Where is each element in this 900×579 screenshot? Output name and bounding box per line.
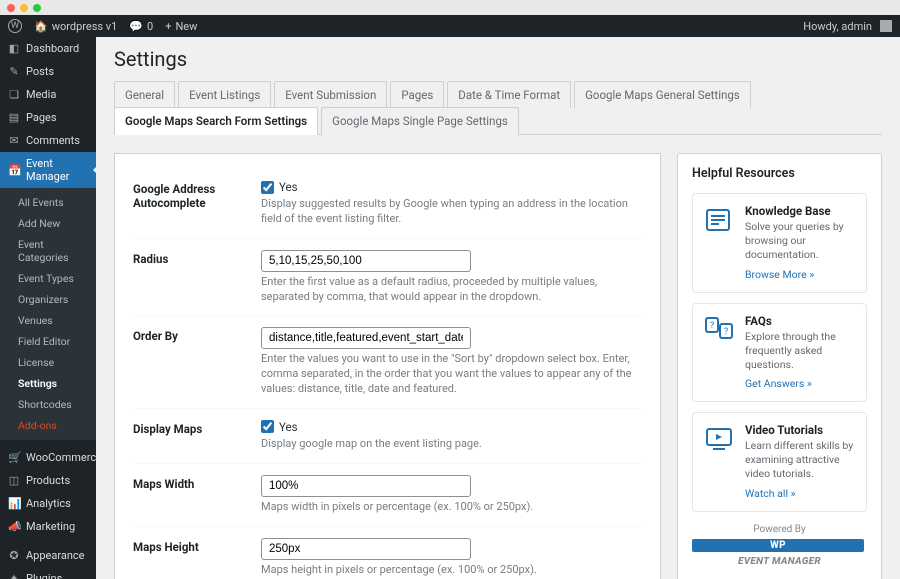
submenu-item-organizers[interactable]: Organizers xyxy=(0,289,96,310)
admin-bar: W 🏠 wordpress v1 💬 0 + New Howdy, admin xyxy=(0,15,900,37)
tab-date-time-format[interactable]: Date & Time Format xyxy=(447,81,571,108)
displaymaps-field[interactable]: Yes xyxy=(261,420,642,434)
sidebar-item-comments[interactable]: ✉Comments xyxy=(0,129,96,152)
sidebar-item-products[interactable]: ◫Products xyxy=(0,469,96,492)
submenu-item-add-new[interactable]: Add New xyxy=(0,213,96,234)
sidebar-item-event-manager[interactable]: 📅Event Manager xyxy=(0,152,96,188)
video-tutorials-icon xyxy=(703,423,735,455)
posts-icon: ✎ xyxy=(8,65,20,78)
sidebar-item-appearance[interactable]: ✪Appearance xyxy=(0,544,96,567)
analytics-icon: 📊 xyxy=(8,497,20,510)
powered-by-label: Powered By xyxy=(692,524,867,535)
radius-desc: Enter the first value as a default radiu… xyxy=(261,275,642,305)
tab-general[interactable]: General xyxy=(114,81,175,108)
minimize-window-icon[interactable] xyxy=(20,4,28,12)
page-title: Settings xyxy=(114,47,882,71)
sidebar-item-dashboard[interactable]: ◧Dashboard xyxy=(0,37,96,60)
autocomplete-checkbox[interactable] xyxy=(261,181,274,194)
avatar xyxy=(880,20,892,32)
submenu-item-add-ons[interactable]: Add-ons xyxy=(0,415,96,436)
mapwidth-desc: Maps width in pixels or percentage (ex. … xyxy=(261,500,642,515)
svg-text:?: ? xyxy=(710,321,714,331)
displaymaps-label: Display Maps xyxy=(133,420,261,452)
orderby-desc: Enter the values you want to use in the … xyxy=(261,352,642,397)
main-content: Settings GeneralEvent ListingsEvent Subm… xyxy=(96,37,900,579)
pages-icon: ▤ xyxy=(8,111,20,124)
resource-knowledge-base: Knowledge BaseSolve your queries by brow… xyxy=(692,193,867,293)
submenu-item-field-editor[interactable]: Field Editor xyxy=(0,331,96,352)
resource-video-tutorials: Video TutorialsLearn different skills by… xyxy=(692,412,867,512)
new-content-link[interactable]: + New xyxy=(165,20,197,33)
tab-google-maps-single-page-settings[interactable]: Google Maps Single Page Settings xyxy=(321,107,519,135)
wp-logo[interactable]: W xyxy=(8,19,22,33)
submenu-item-all-events[interactable]: All Events xyxy=(0,192,96,213)
mapwidth-label: Maps Width xyxy=(133,475,261,515)
window-titlebar xyxy=(0,0,900,15)
resource-faqs: ??FAQsExplore through the frequently ask… xyxy=(692,303,867,403)
resource-link-video-tutorials[interactable]: Watch all » xyxy=(745,487,796,500)
autocomplete-label: Google Address Autocomplete xyxy=(133,180,261,227)
tab-event-listings[interactable]: Event Listings xyxy=(178,81,271,108)
submenu-item-shortcodes[interactable]: Shortcodes xyxy=(0,394,96,415)
woocommerce-icon: 🛒 xyxy=(8,451,20,464)
products-icon: ◫ xyxy=(8,474,20,487)
sidebar-item-posts[interactable]: ✎Posts xyxy=(0,60,96,83)
settings-form: Google Address Autocomplete Yes Display … xyxy=(114,153,661,579)
dashboard-icon: ◧ xyxy=(8,42,20,55)
event-manager-icon: 📅 xyxy=(8,164,20,177)
my-account-link[interactable]: Howdy, admin xyxy=(803,20,892,33)
knowledge-base-icon xyxy=(703,204,735,236)
mapheight-input[interactable] xyxy=(261,538,471,560)
faqs-icon: ?? xyxy=(703,314,735,346)
mapheight-desc: Maps height in pixels or percentage (ex.… xyxy=(261,563,642,578)
resource-link-knowledge-base[interactable]: Browse More » xyxy=(745,268,814,281)
radius-label: Radius xyxy=(133,250,261,305)
comments-icon: ✉ xyxy=(8,134,20,147)
radius-input[interactable] xyxy=(261,250,471,272)
site-name-link[interactable]: 🏠 wordpress v1 xyxy=(34,20,117,33)
submenu-item-license[interactable]: License xyxy=(0,352,96,373)
comments-link[interactable]: 💬 0 xyxy=(129,20,153,33)
submenu-item-event-types[interactable]: Event Types xyxy=(0,268,96,289)
resource-link-faqs[interactable]: Get Answers » xyxy=(745,377,812,390)
submenu-item-venues[interactable]: Venues xyxy=(0,310,96,331)
autocomplete-field[interactable]: Yes xyxy=(261,180,642,194)
autocomplete-desc: Display suggested results by Google when… xyxy=(261,197,642,227)
submenu-item-event-categories[interactable]: Event Categories xyxy=(0,234,96,268)
sidebar-item-plugins[interactable]: ✦Plugins xyxy=(0,567,96,579)
tab-pages[interactable]: Pages xyxy=(390,81,444,108)
mapheight-label: Maps Height xyxy=(133,538,261,578)
brand-logo: WPEVENT MANAGER xyxy=(692,539,867,567)
mapwidth-input[interactable] xyxy=(261,475,471,497)
submenu-item-settings[interactable]: Settings xyxy=(0,373,96,394)
resources-card: Helpful Resources Knowledge BaseSolve yo… xyxy=(677,153,882,579)
plugins-icon: ✦ xyxy=(8,572,20,579)
tab-event-submission[interactable]: Event Submission xyxy=(274,81,387,108)
settings-tabs: GeneralEvent ListingsEvent SubmissionPag… xyxy=(114,81,882,135)
displaymaps-checkbox[interactable] xyxy=(261,420,274,433)
orderby-input[interactable] xyxy=(261,327,471,349)
admin-sidebar: ◧Dashboard✎Posts❏Media▤Pages✉Comments📅Ev… xyxy=(0,37,96,579)
resources-title: Helpful Resources xyxy=(692,166,867,181)
svg-text:?: ? xyxy=(724,327,728,337)
marketing-icon: 📣 xyxy=(8,520,20,533)
media-icon: ❏ xyxy=(8,88,20,101)
sidebar-item-analytics[interactable]: 📊Analytics xyxy=(0,492,96,515)
sidebar-item-pages[interactable]: ▤Pages xyxy=(0,106,96,129)
sidebar-item-marketing[interactable]: 📣Marketing xyxy=(0,515,96,538)
maximize-window-icon[interactable] xyxy=(33,4,41,12)
sidebar-item-media[interactable]: ❏Media xyxy=(0,83,96,106)
tab-google-maps-general-settings[interactable]: Google Maps General Settings xyxy=(574,81,751,108)
event-manager-submenu: All EventsAdd NewEvent CategoriesEvent T… xyxy=(0,188,96,440)
orderby-label: Order By xyxy=(133,327,261,397)
displaymaps-desc: Display google map on the event listing … xyxy=(261,437,642,452)
tab-google-maps-search-form-settings[interactable]: Google Maps Search Form Settings xyxy=(114,107,318,135)
sidebar-item-woocommerce[interactable]: 🛒WooCommerce xyxy=(0,446,96,469)
appearance-icon: ✪ xyxy=(8,549,20,562)
close-window-icon[interactable] xyxy=(7,4,15,12)
